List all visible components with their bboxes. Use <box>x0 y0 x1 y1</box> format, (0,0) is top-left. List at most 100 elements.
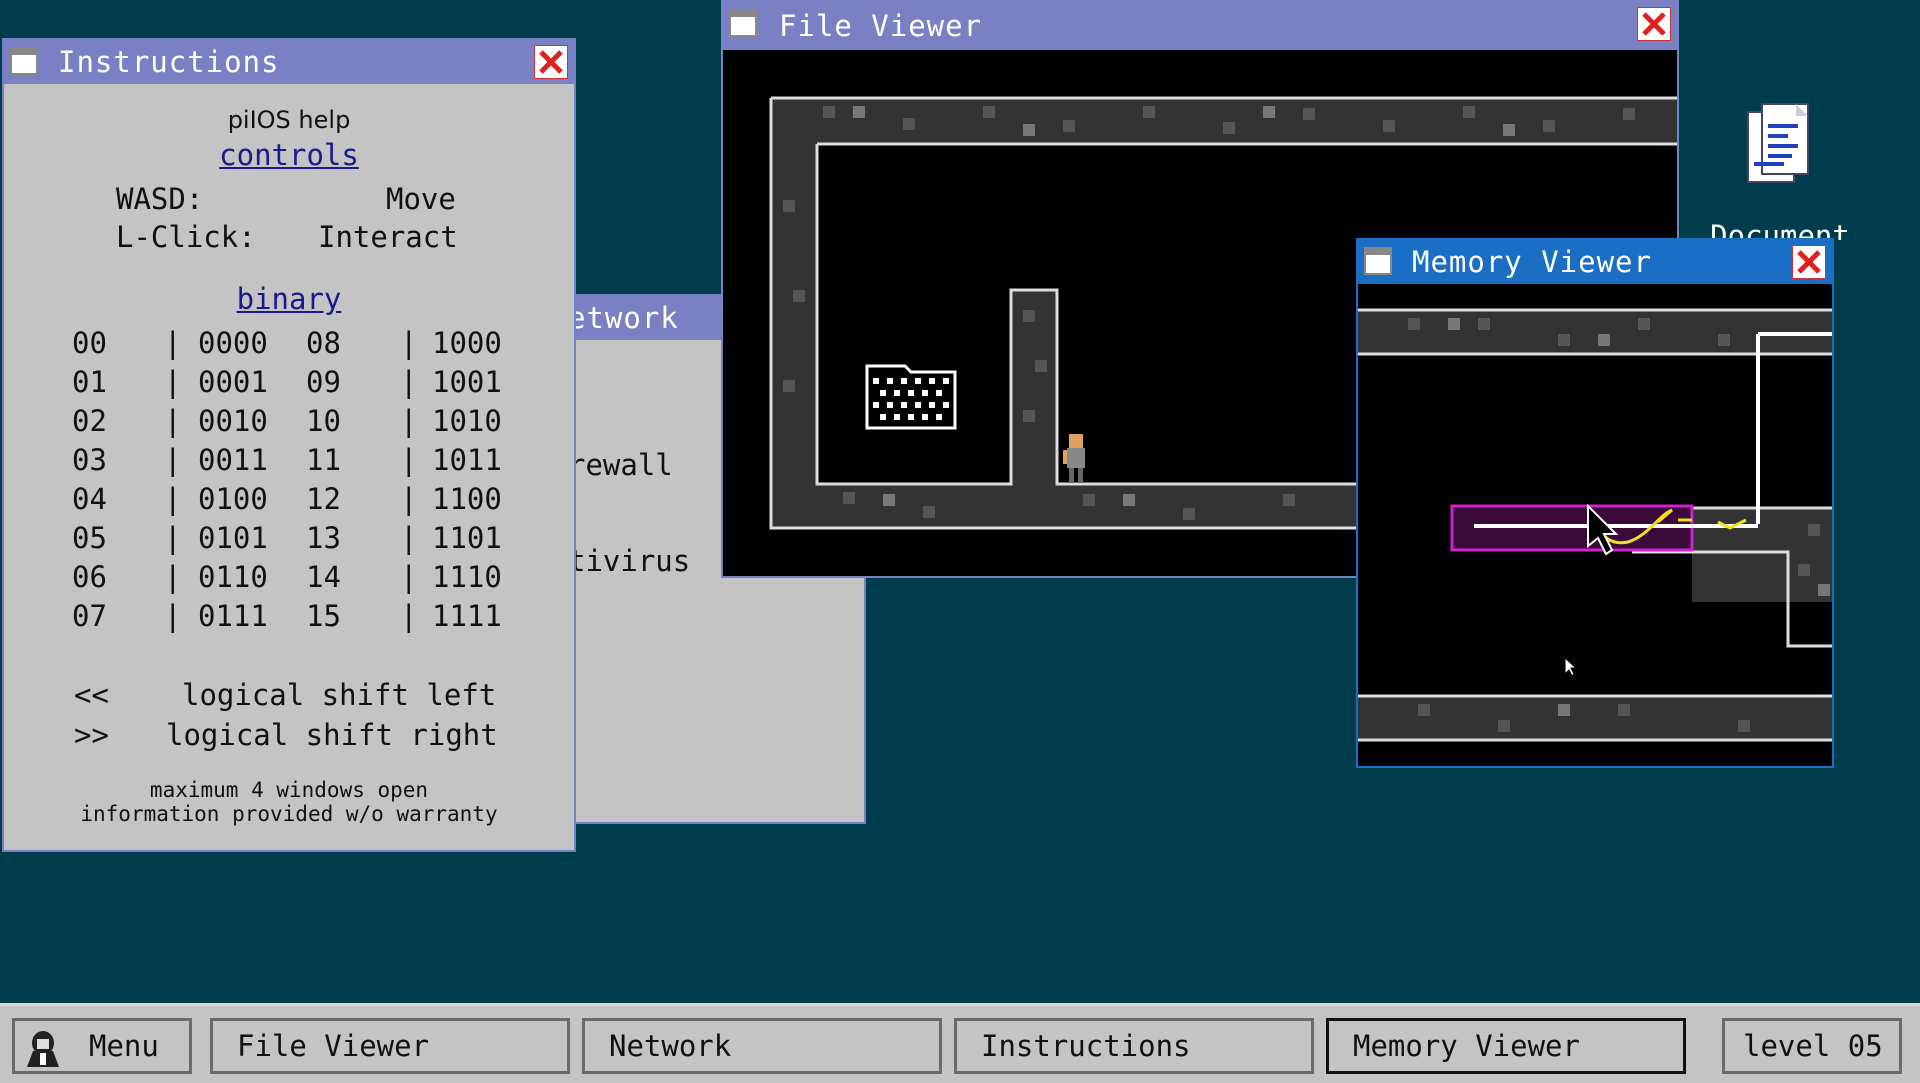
binary-decimal: 08 <box>306 326 341 360</box>
binary-decimal: 03 <box>72 443 107 477</box>
binary-value: 0010 <box>198 404 268 438</box>
binary-separator: | <box>400 404 418 438</box>
close-icon <box>539 50 563 74</box>
binary-separator: | <box>164 482 182 516</box>
binary-value: 0100 <box>198 482 268 516</box>
shift-left-desc: logical shift left <box>182 678 497 712</box>
binary-separator: | <box>400 521 418 555</box>
binary-decimal: 02 <box>72 404 107 438</box>
footer-line-2: information provided w/o warranty <box>80 802 498 826</box>
menu-label: Menu <box>89 1029 159 1063</box>
memory-viewer-title: Memory Viewer <box>1412 245 1652 279</box>
binary-value: 0101 <box>198 521 268 555</box>
file-viewer-close-button[interactable] <box>1637 7 1671 41</box>
window-icon <box>10 47 38 75</box>
binary-decimal: 05 <box>72 521 107 555</box>
footer-line-1: maximum 4 windows open <box>149 778 429 802</box>
binary-value: 1110 <box>432 560 502 594</box>
binary-value: 0000 <box>198 326 268 360</box>
level-label: level 05 <box>1743 1029 1883 1063</box>
binary-decimal: 00 <box>72 326 107 360</box>
binary-decimal: 11 <box>306 443 341 477</box>
binary-decimal: 10 <box>306 404 341 438</box>
binary-decimal: 04 <box>72 482 107 516</box>
control-action-move: Move <box>386 182 456 216</box>
binary-separator: | <box>164 560 182 594</box>
memory-viewer-close-button[interactable] <box>1792 245 1826 279</box>
instructions-title: Instructions <box>58 45 280 79</box>
instructions-titlebar[interactable]: Instructions <box>4 40 574 84</box>
window-icon <box>729 9 757 37</box>
binary-separator: | <box>400 365 418 399</box>
binary-separator: | <box>164 326 182 360</box>
binary-value: 1001 <box>432 365 502 399</box>
binary-value: 0001 <box>198 365 268 399</box>
folder-icon[interactable] <box>863 356 959 432</box>
taskbar-network-label: Network <box>609 1029 732 1063</box>
taskbar: Menu File Viewer Network Instructions Me… <box>0 1003 1920 1083</box>
control-action-interact: Interact <box>318 220 458 254</box>
player-character <box>1063 434 1085 482</box>
binary-separator: | <box>164 599 182 633</box>
binary-separator: | <box>164 365 182 399</box>
taskbar-memory-viewer-button[interactable]: Memory Viewer <box>1326 1018 1686 1074</box>
binary-value: 1111 <box>432 599 502 633</box>
binary-separator: | <box>400 326 418 360</box>
network-item-antivirus[interactable]: tivirus <box>568 544 690 578</box>
instructions-window[interactable]: Instructions piIOS help controls WASD: M… <box>2 38 576 852</box>
binary-separator: | <box>400 443 418 477</box>
binary-header: binary <box>236 282 342 316</box>
binary-value: 0110 <box>198 560 268 594</box>
instructions-close-button[interactable] <box>534 45 568 79</box>
binary-decimal: 01 <box>72 365 107 399</box>
binary-decimal: 07 <box>72 599 107 633</box>
binary-value: 1010 <box>432 404 502 438</box>
menu-button[interactable]: Menu <box>12 1018 192 1074</box>
binary-decimal: 15 <box>306 599 341 633</box>
binary-separator: | <box>164 404 182 438</box>
memory-viewer-titlebar[interactable]: Memory Viewer <box>1358 240 1832 284</box>
file-viewer-title: File Viewer <box>779 9 983 43</box>
taskbar-network-button[interactable]: Network <box>582 1018 942 1074</box>
taskbar-instructions-label: Instructions <box>981 1029 1191 1063</box>
network-item-firewall[interactable]: rewall <box>568 448 673 482</box>
file-viewer-titlebar[interactable]: File Viewer <box>723 2 1677 50</box>
window-icon <box>1364 247 1392 275</box>
binary-decimal: 06 <box>72 560 107 594</box>
document-icon <box>1747 103 1809 183</box>
document-icon-label: Document <box>1710 219 1850 240</box>
control-key-lclick: L-Click: <box>116 220 256 254</box>
taskbar-file-viewer-label: File Viewer <box>237 1029 430 1063</box>
binary-separator: | <box>164 521 182 555</box>
binary-value: 1100 <box>432 482 502 516</box>
close-icon <box>1642 12 1666 36</box>
binary-decimal: 13 <box>306 521 341 555</box>
binary-decimal: 09 <box>306 365 341 399</box>
memory-viewer-window[interactable]: Memory Viewer <box>1356 238 1834 768</box>
close-icon <box>1797 250 1821 274</box>
document-desktop-icon[interactable] <box>1736 100 1816 190</box>
binary-separator: | <box>400 560 418 594</box>
binary-separator: | <box>400 482 418 516</box>
controls-header: controls <box>219 138 359 172</box>
level-indicator: level 05 <box>1722 1018 1902 1074</box>
shift-left-op: << <box>74 678 109 712</box>
taskbar-file-viewer-button[interactable]: File Viewer <box>210 1018 570 1074</box>
memory-level-map <box>1358 308 1832 742</box>
help-heading: piIOS help <box>227 106 351 134</box>
shift-right-desc: logical shift right <box>166 718 498 752</box>
taskbar-memory-viewer-label: Memory Viewer <box>1353 1029 1580 1063</box>
binary-value: 0111 <box>198 599 268 633</box>
binary-decimal: 12 <box>306 482 341 516</box>
control-key-wasd: WASD: <box>116 182 204 216</box>
binary-separator: | <box>164 443 182 477</box>
binary-value: 1011 <box>432 443 502 477</box>
hacker-avatar-icon <box>27 1031 59 1067</box>
network-window-title: etwork <box>568 301 679 335</box>
taskbar-instructions-button[interactable]: Instructions <box>954 1018 1314 1074</box>
binary-value: 1000 <box>432 326 502 360</box>
binary-value: 1101 <box>432 521 502 555</box>
shift-right-op: >> <box>74 718 109 752</box>
binary-value: 0011 <box>198 443 268 477</box>
memory-viewer-game-view[interactable] <box>1358 284 1832 766</box>
